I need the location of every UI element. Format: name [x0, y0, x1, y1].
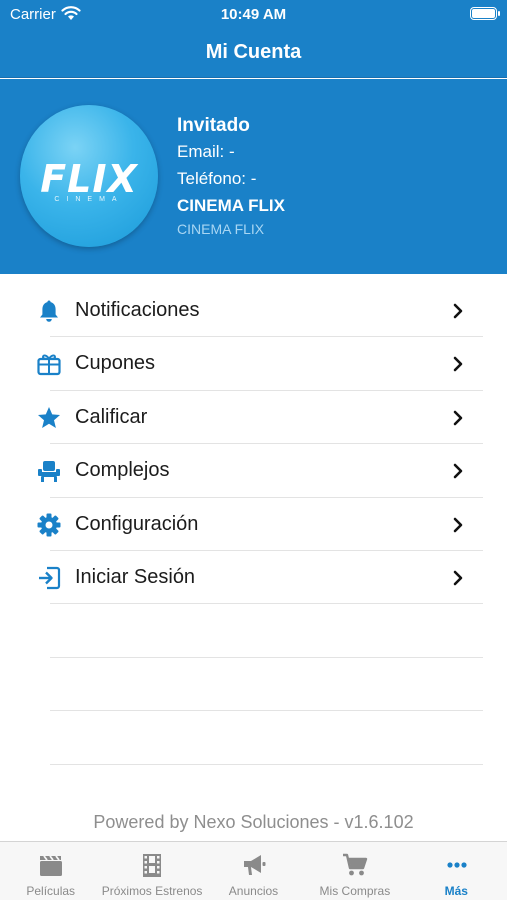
chevron-right-icon — [453, 303, 463, 319]
separator — [50, 763, 483, 765]
cart-icon — [343, 853, 368, 876]
logo-subtext: CINEMA — [54, 196, 124, 203]
chevron-right-icon — [453, 410, 463, 426]
powered-by-footer: Powered by Nexo Soluciones - v1.6.102 — [93, 812, 414, 832]
more-icon — [446, 862, 467, 868]
menu-item-label: Notificaciones — [75, 299, 200, 321]
tab-mis-compras[interactable]: Mis Compras — [304, 842, 405, 900]
gift-ticket-icon — [37, 354, 61, 376]
user-phone: Teléfono: - — [177, 169, 257, 188]
tab-bar: Películas Próximos Estrenos Anuncios Mis… — [0, 841, 507, 900]
status-time: 10:49 AM — [220, 6, 287, 23]
battery-icon — [470, 7, 500, 20]
navigation-bar: Mi Cuenta — [0, 28, 507, 78]
menu-item-label: Iniciar Sesión — [75, 565, 196, 588]
menu-item-cupones[interactable]: Cupones — [0, 337, 507, 391]
star-icon — [38, 406, 60, 428]
tab-label: Próximos Estrenos — [101, 884, 203, 898]
chevron-right-icon — [453, 570, 463, 586]
page-title: Mi Cuenta — [205, 41, 302, 63]
profile-info: Invitado Email: - Teléfono: - CINEMA FLI… — [177, 115, 285, 237]
menu-item-configuracion[interactable]: Configuración — [0, 498, 507, 551]
profile-header: FLIX CINEMA Invitado Email: - Teléfono: … — [0, 79, 507, 274]
menu-item-notificaciones[interactable]: Notificaciones — [0, 284, 507, 338]
tab-mas[interactable]: Más — [406, 842, 507, 900]
status-bar: Carrier 10:49 AM — [0, 0, 507, 28]
bell-icon — [40, 300, 58, 322]
menu-list: Notificaciones Cupones Calificar Complej… — [0, 284, 507, 765]
company-name: CINEMA FLIX — [177, 196, 285, 215]
tab-label: Más — [444, 884, 468, 898]
tab-label: Mis Compras — [319, 884, 391, 898]
cinema-seat-icon — [38, 461, 60, 483]
tab-label: Anuncios — [228, 884, 279, 898]
menu-item-complejos[interactable]: Complejos — [0, 444, 507, 498]
empty-row — [0, 658, 507, 712]
cinema-logo: FLIX CINEMA — [20, 105, 158, 247]
chevron-right-icon — [453, 463, 463, 479]
megaphone-icon — [243, 855, 266, 875]
menu-item-label: Calificar — [75, 405, 148, 428]
logo-text: FLIX — [40, 157, 138, 201]
menu-item-iniciar-sesion[interactable]: Iniciar Sesión — [0, 551, 507, 605]
sign-in-icon — [39, 566, 61, 590]
tab-peliculas[interactable]: Películas — [0, 842, 101, 900]
tab-label: Películas — [26, 884, 76, 898]
empty-row — [0, 604, 507, 658]
gear-icon — [37, 513, 61, 537]
company-subtitle: CINEMA FLIX — [177, 221, 265, 237]
chevron-right-icon — [453, 517, 463, 532]
menu-item-label: Complejos — [75, 459, 170, 482]
user-email: Email: - — [177, 142, 235, 161]
user-name: Invitado — [177, 115, 250, 136]
menu-item-label: Configuración — [75, 512, 199, 535]
tab-anuncios[interactable]: Anuncios — [203, 842, 304, 900]
tab-proximos-estrenos[interactable]: Próximos Estrenos — [101, 842, 202, 900]
chevron-right-icon — [453, 357, 463, 372]
menu-item-calificar[interactable]: Calificar — [0, 391, 507, 445]
empty-row — [0, 711, 507, 765]
clapperboard-icon — [40, 855, 62, 876]
film-strip-icon — [143, 854, 162, 877]
menu-item-label: Cupones — [75, 352, 156, 375]
